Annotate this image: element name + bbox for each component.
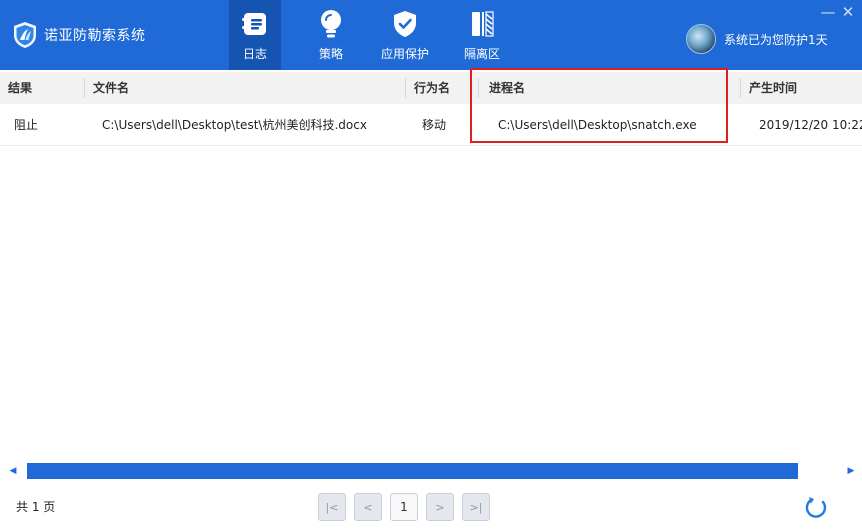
pagination: |< < 1 > >|	[318, 492, 498, 522]
first-page-button[interactable]: |<	[318, 493, 346, 521]
cell-filename: C:\Users\dell\Desktop\test\杭州美创科技.docx	[102, 118, 367, 132]
tab-policy-label: 策略	[318, 47, 343, 61]
column-divider[interactable]	[740, 78, 741, 98]
column-header-filename[interactable]: 文件名	[93, 72, 129, 104]
scroll-right-arrow-icon[interactable]: ▶	[846, 465, 856, 477]
scroll-left-arrow-icon[interactable]: ◀	[8, 465, 18, 477]
column-header-time[interactable]: 产生时间	[749, 72, 797, 104]
process-highlight-box	[470, 68, 728, 143]
horizontal-scrollbar[interactable]: ◀ ▶	[0, 461, 862, 481]
shield-logo-icon	[14, 22, 36, 48]
column-divider[interactable]	[405, 78, 406, 98]
scrollbar-thumb[interactable]	[27, 463, 798, 479]
minimize-button[interactable]: —	[820, 4, 836, 20]
quarantine-icon	[467, 9, 497, 39]
app-title: 诺亚防勒索系统	[44, 28, 146, 44]
cell-result: 阻止	[14, 118, 39, 132]
tab-policy[interactable]: 策略	[303, 0, 359, 70]
page-count: 共 1 页	[16, 500, 56, 514]
column-header-action[interactable]: 行为名	[414, 72, 450, 104]
current-page-button[interactable]: 1	[390, 493, 418, 521]
log-icon	[240, 9, 270, 39]
close-button[interactable]: ✕	[840, 4, 856, 20]
brand: 诺亚防勒索系统	[12, 21, 146, 49]
column-header-result[interactable]: 结果	[8, 72, 32, 104]
tab-quarantine[interactable]: 隔离区	[452, 0, 512, 70]
refresh-icon[interactable]	[802, 494, 830, 522]
column-divider[interactable]	[84, 78, 85, 98]
lightbulb-icon	[316, 9, 346, 39]
protection-status-text: 系统已为您防护1天	[724, 32, 828, 47]
table-row[interactable]: 阻止 C:\Users\dell\Desktop\test\杭州美创科技.doc…	[0, 104, 862, 146]
table-header: 结果 文件名 行为名 进程名 产生时间	[0, 72, 862, 104]
tab-app-protection-label: 应用保护	[380, 47, 429, 61]
app-header: 诺亚防勒索系统 日志 策略 应用保护 隔离区 系统已为您防护1天 — ✕	[0, 0, 862, 70]
tab-log[interactable]: 日志	[229, 0, 281, 70]
tab-app-protection[interactable]: 应用保护	[372, 0, 438, 70]
tab-log-label: 日志	[242, 47, 267, 61]
shield-check-icon	[390, 9, 420, 39]
prev-page-button[interactable]: <	[354, 493, 382, 521]
globe-avatar-icon	[686, 24, 716, 54]
cell-action: 移动	[422, 118, 447, 132]
next-page-button[interactable]: >	[426, 493, 454, 521]
tab-quarantine-label: 隔离区	[463, 47, 500, 61]
last-page-button[interactable]: >|	[462, 493, 490, 521]
protection-status: 系统已为您防护1天	[686, 24, 828, 54]
cell-time: 2019/12/20 10:22	[759, 118, 862, 132]
